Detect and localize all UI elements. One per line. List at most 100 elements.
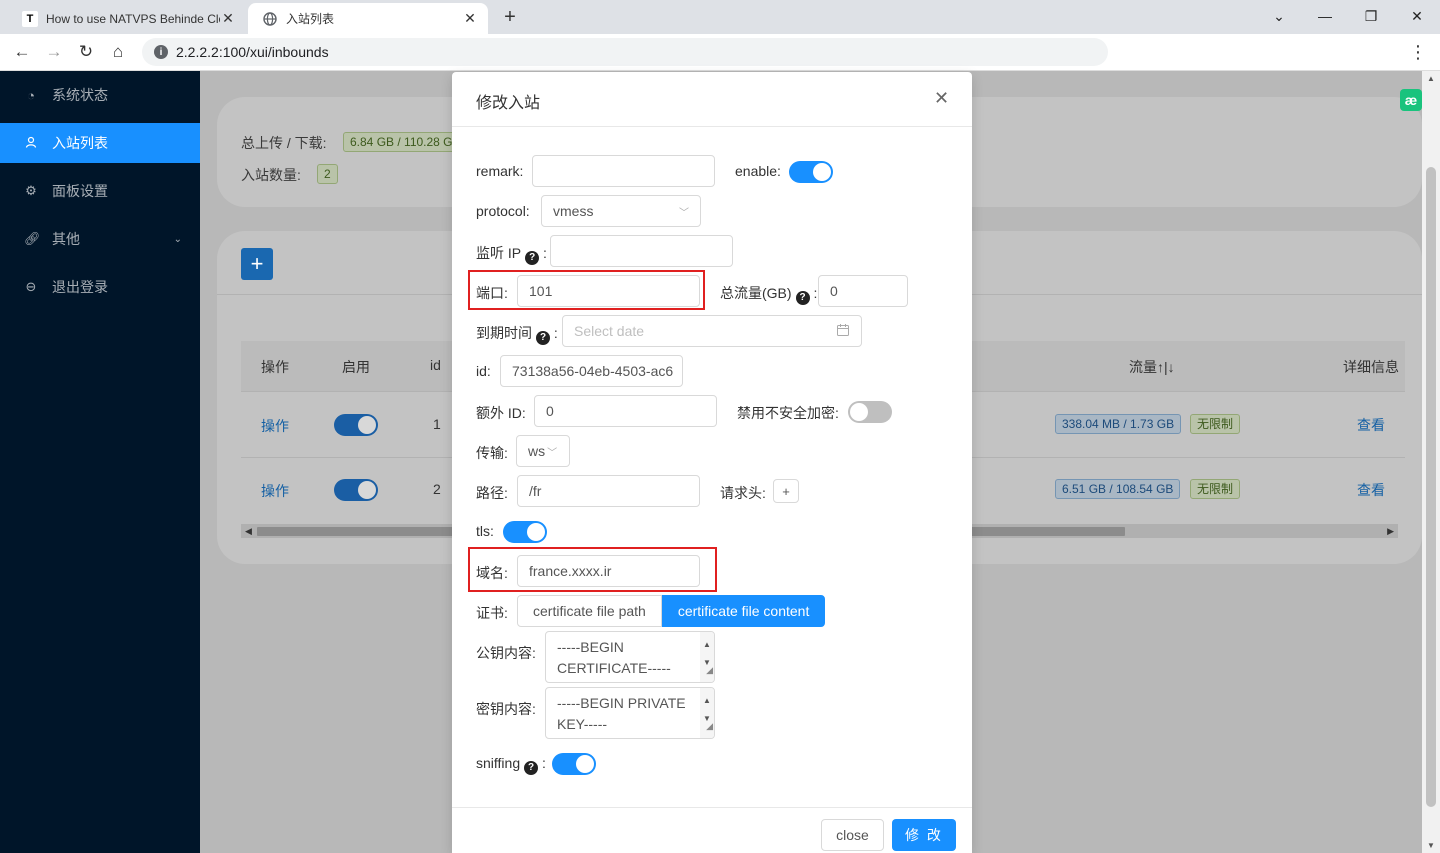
- add-inbound-button[interactable]: +: [241, 248, 273, 280]
- close-icon[interactable]: ✕: [934, 88, 949, 109]
- transport-select[interactable]: ws ﹀: [516, 435, 570, 467]
- resize-handle-icon[interactable]: ◢: [706, 716, 713, 737]
- resize-handle-icon[interactable]: ◢: [706, 660, 713, 681]
- help-icon[interactable]: ?: [536, 330, 550, 345]
- tab-favicon: T: [22, 10, 38, 27]
- scroll-up-icon[interactable]: ▲: [1427, 74, 1435, 83]
- scroll-left-icon[interactable]: ◀: [245, 524, 252, 538]
- new-tab-button[interactable]: +: [498, 5, 522, 29]
- scrollbar-thumb[interactable]: [1426, 167, 1436, 807]
- help-icon[interactable]: ?: [525, 250, 540, 265]
- domain-input[interactable]: france.xxxx.ir: [517, 555, 700, 587]
- row-detail-link[interactable]: 查看: [1357, 415, 1385, 435]
- tab-search-icon[interactable]: ⌄: [1256, 2, 1302, 30]
- submit-button[interactable]: 修 改: [892, 819, 956, 851]
- id-label: id:: [476, 363, 491, 379]
- expiry-date-picker[interactable]: Select date: [562, 315, 862, 347]
- cert-label: 证书:: [476, 605, 508, 621]
- sidebar-item-inbounds[interactable]: 入站列表: [0, 123, 200, 163]
- id-input[interactable]: 73138a56-04eb-4503-ac6: [500, 355, 683, 387]
- sidebar-item-label: 面板设置: [52, 183, 108, 199]
- site-info-icon[interactable]: i: [154, 45, 168, 59]
- private-key-textarea[interactable]: -----BEGIN PRIVATE KEY----- ▲ ▼ ◢: [545, 687, 715, 739]
- minimize-button[interactable]: —: [1302, 2, 1348, 30]
- scroll-right-icon[interactable]: ▶: [1387, 524, 1394, 538]
- home-icon[interactable]: ⌂: [106, 40, 130, 64]
- total-traffic-input[interactable]: 0: [818, 275, 908, 307]
- address-bar[interactable]: i 2.2.2.2:100/xui/inbounds: [142, 38, 1108, 66]
- row-id: 2: [433, 481, 441, 497]
- help-icon[interactable]: ?: [524, 760, 539, 775]
- gear-icon: ⚙: [25, 183, 37, 198]
- row-op-link[interactable]: 操作: [261, 416, 289, 436]
- sidebar: ◔ 系统状态 入站列表 ⚙ 面板设置 🔗︎ 其他 ⌄ ⊖ 退出登录: [0, 71, 200, 853]
- cert-file-content-option[interactable]: certificate file content: [661, 595, 826, 627]
- page-vertical-scrollbar[interactable]: ▲ ▼: [1422, 71, 1440, 853]
- add-header-button[interactable]: +: [773, 479, 799, 503]
- path-label: 路径:: [476, 485, 508, 501]
- col-header-traffic[interactable]: 流量↑|↓: [1129, 357, 1175, 377]
- total-traffic-label: 总流量(GB)? :: [720, 285, 818, 305]
- link-icon: 🔗︎: [24, 231, 41, 246]
- listen-ip-label: 监听 IP? :: [476, 245, 547, 265]
- maximize-button[interactable]: ❐: [1348, 2, 1394, 30]
- sniffing-toggle[interactable]: [552, 753, 596, 775]
- cert-file-path-option[interactable]: certificate file path: [517, 595, 662, 627]
- reload-icon[interactable]: ↻: [74, 40, 98, 64]
- remark-input[interactable]: [532, 155, 715, 187]
- disable-insecure-label: 禁用不安全加密:: [737, 405, 839, 421]
- tls-toggle[interactable]: [503, 521, 547, 543]
- alter-id-input[interactable]: 0: [534, 395, 717, 427]
- browser-toolbar: ← → ↻ ⌂ i 2.2.2.2:100/xui/inbounds ⋮: [0, 34, 1440, 71]
- port-input[interactable]: 101: [517, 275, 700, 307]
- row-op-link[interactable]: 操作: [261, 481, 289, 501]
- path-input[interactable]: /fr: [517, 475, 700, 507]
- forward-icon[interactable]: →: [42, 40, 66, 64]
- public-key-textarea[interactable]: -----BEGIN CERTIFICATE----- ▲ ▼ ◢: [545, 631, 715, 683]
- sniffing-label: sniffing? :: [476, 755, 546, 775]
- row-enable-switch[interactable]: [334, 479, 378, 501]
- protocol-label: protocol:: [476, 203, 530, 219]
- public-key-label: 公钥内容:: [476, 645, 536, 661]
- extension-icon[interactable]: æ: [1400, 89, 1422, 111]
- sidebar-item-logout[interactable]: ⊖ 退出登录: [0, 267, 200, 307]
- public-key-value: -----BEGIN CERTIFICATE-----: [557, 639, 671, 676]
- private-key-value: -----BEGIN PRIVATE KEY-----: [557, 695, 686, 732]
- browser-menu-icon[interactable]: ⋮: [1408, 40, 1428, 64]
- calendar-icon: [836, 323, 850, 340]
- cert-mode-radio-group: certificate file path certificate file c…: [517, 595, 826, 627]
- browser-tab-natvps[interactable]: T How to use NATVPS Behinde Clo ✕: [8, 3, 246, 34]
- protocol-select[interactable]: vmess ﹀: [541, 195, 701, 227]
- row-enable-switch[interactable]: [334, 414, 378, 436]
- col-header-id: id: [430, 357, 441, 373]
- sidebar-item-other[interactable]: 🔗︎ 其他 ⌄: [0, 219, 200, 259]
- col-header-detail: 详细信息: [1343, 359, 1399, 375]
- row-detail-link[interactable]: 查看: [1357, 480, 1385, 500]
- url-text: 2.2.2.2:100/xui/inbounds: [176, 44, 329, 60]
- sidebar-item-settings[interactable]: ⚙ 面板设置: [0, 171, 200, 211]
- close-icon[interactable]: ✕: [220, 10, 236, 27]
- disable-insecure-toggle[interactable]: [848, 401, 892, 423]
- close-icon[interactable]: ✕: [462, 10, 478, 27]
- listen-ip-input[interactable]: [550, 235, 733, 267]
- scroll-down-icon[interactable]: ▼: [1427, 841, 1435, 850]
- logout-icon: ⊖: [25, 279, 37, 294]
- back-icon[interactable]: ←: [10, 40, 34, 64]
- browser-tab-inbounds[interactable]: 入站列表 ✕: [248, 3, 488, 34]
- sidebar-item-label: 系统状态: [52, 87, 108, 103]
- help-icon[interactable]: ?: [795, 290, 810, 305]
- protocol-value: vmess: [553, 203, 594, 219]
- chevron-down-icon: ﹀: [547, 447, 558, 459]
- globe-icon: [262, 11, 278, 27]
- enable-toggle[interactable]: [789, 161, 833, 183]
- close-button[interactable]: close: [821, 819, 884, 851]
- edit-inbound-modal: 修改入站 ✕ remark: enable: protocol: vmess ﹀…: [452, 72, 972, 853]
- window-close-button[interactable]: ✕: [1394, 2, 1440, 30]
- enable-label: enable:: [735, 163, 781, 179]
- transport-value: ws: [528, 443, 546, 459]
- col-header-op: 操作: [261, 359, 289, 375]
- sidebar-item-status[interactable]: ◔ 系统状态: [0, 75, 200, 115]
- domain-label: 域名:: [476, 565, 508, 581]
- tab-title: How to use NATVPS Behinde Clo: [46, 11, 220, 26]
- sidebar-item-label: 退出登录: [52, 279, 108, 295]
